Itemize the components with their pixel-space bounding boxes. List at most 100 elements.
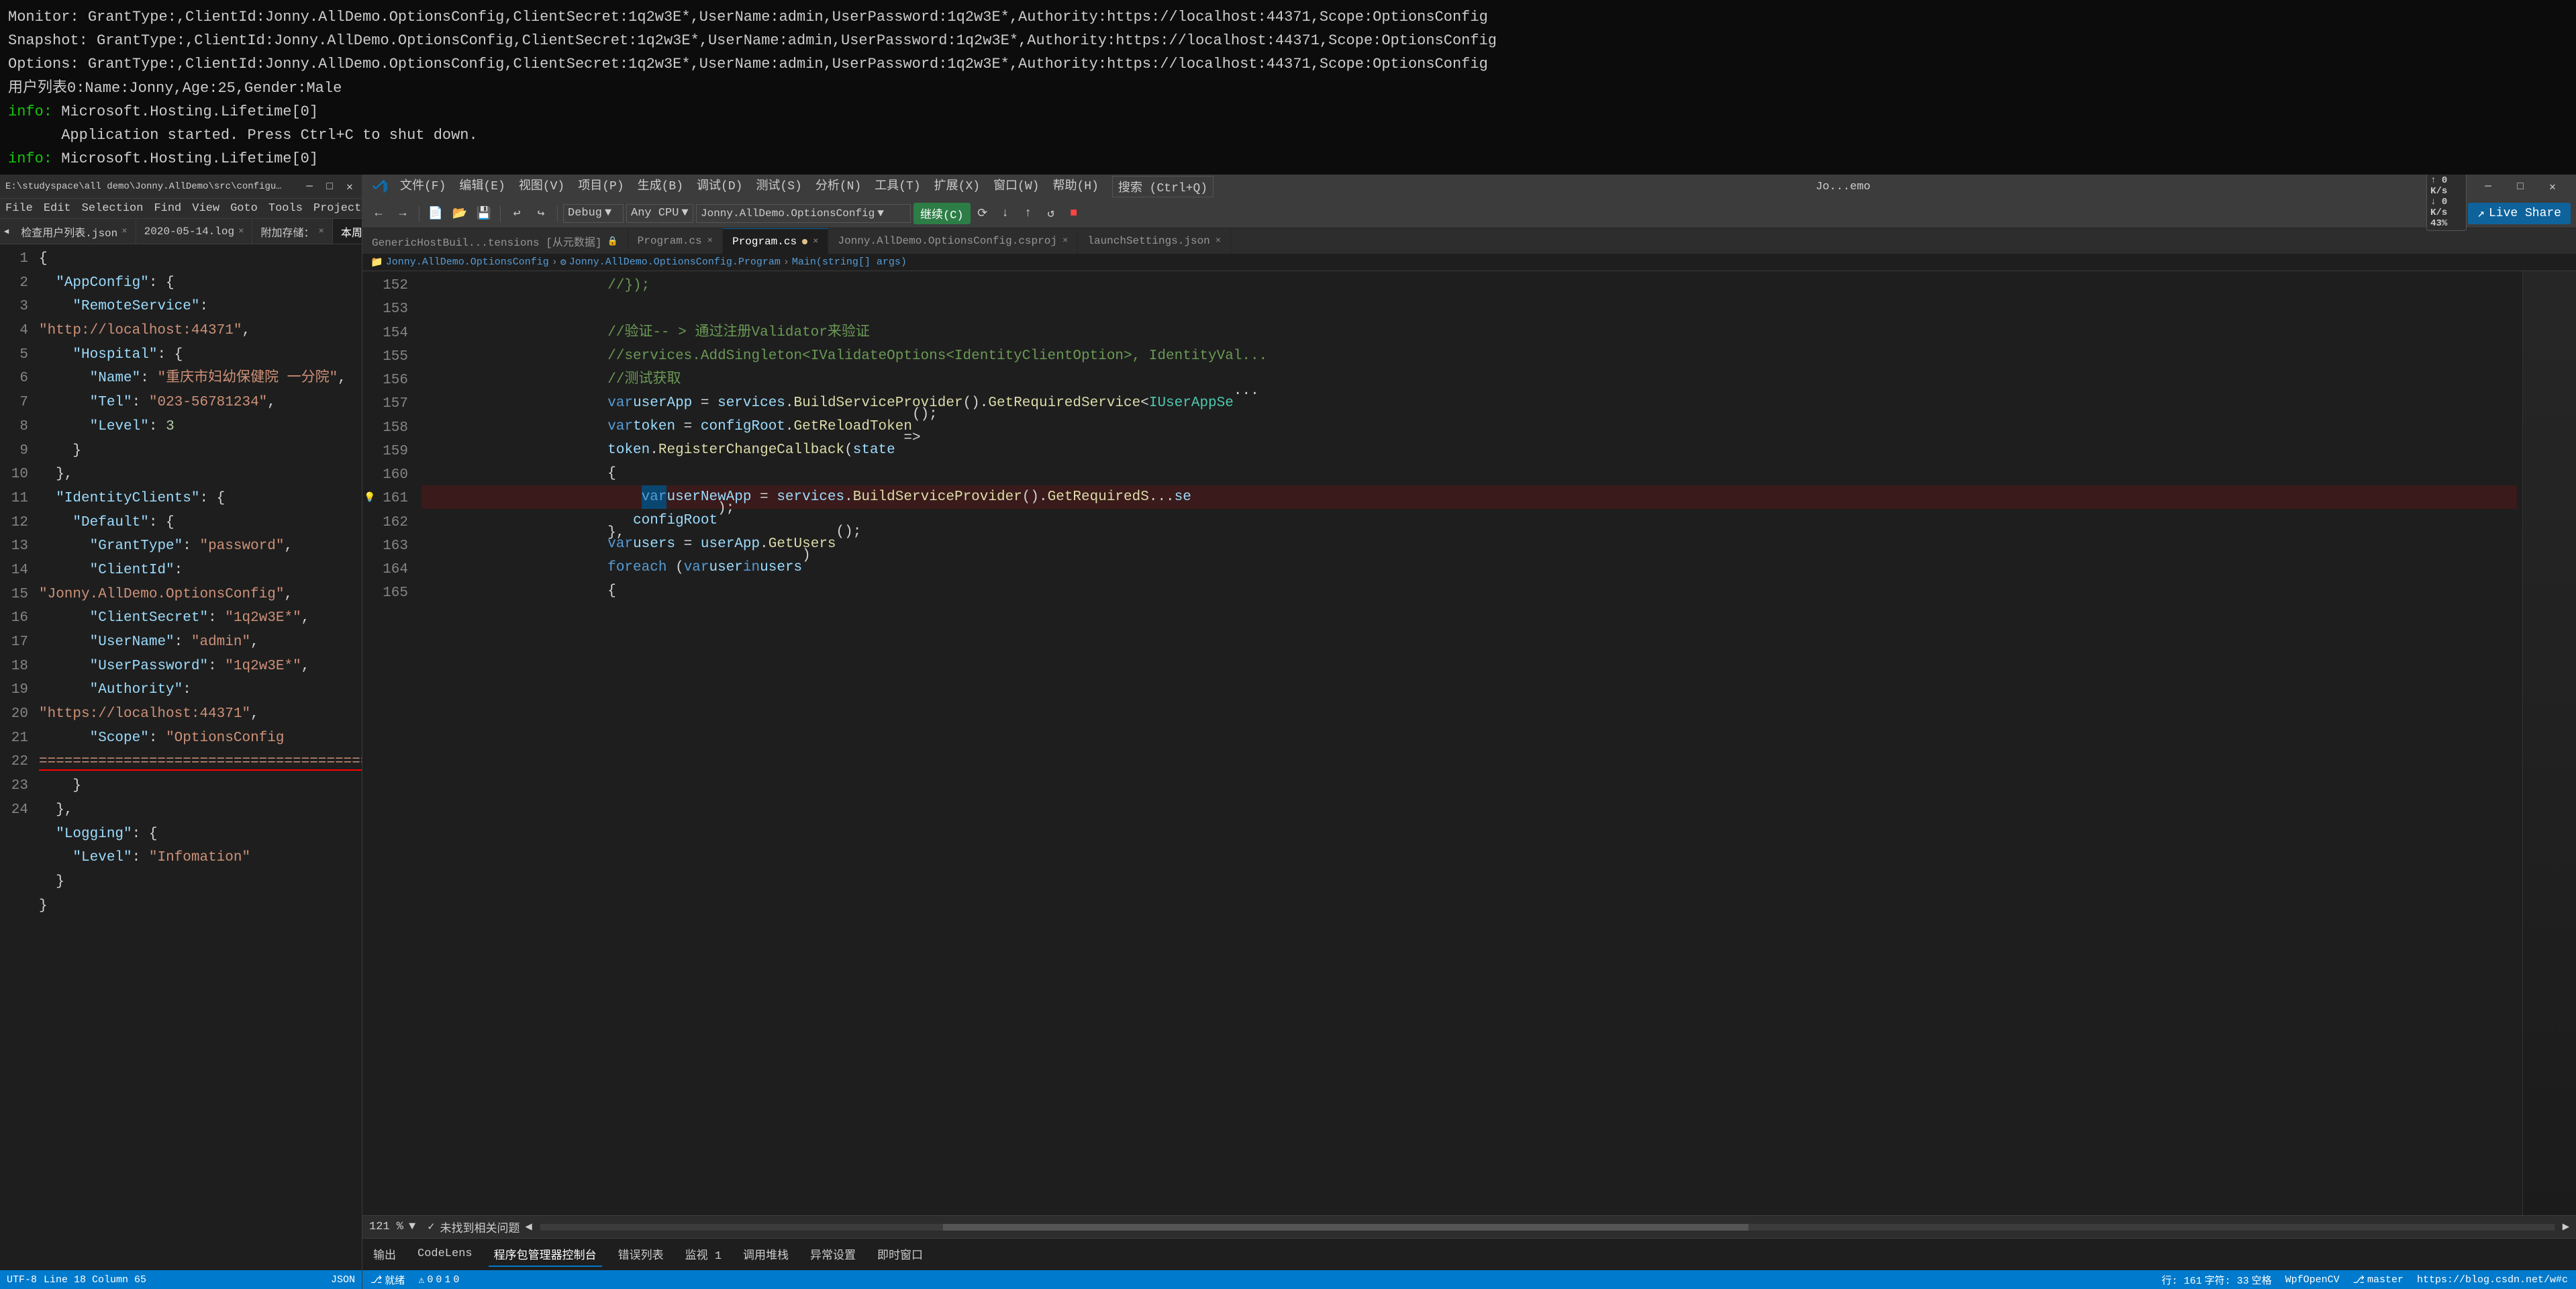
menu-project-vs[interactable]: 项目(P) [578, 176, 624, 197]
cpu-selector[interactable]: Any CPU ▼ [626, 204, 693, 223]
menu-goto[interactable]: Goto [230, 202, 258, 215]
left-tab-0-close[interactable]: × [121, 226, 127, 237]
close-button[interactable]: ✕ [343, 180, 356, 193]
step-over-btn[interactable]: ⟳ [972, 203, 993, 224]
left-tab-2[interactable]: 附加存储： × [252, 219, 332, 244]
vs-tab-4-close[interactable]: × [1216, 236, 1221, 246]
menu-view[interactable]: View [192, 202, 219, 215]
panel-tab-pkg[interactable]: 程序包管理器控制台 [489, 1243, 602, 1267]
breadcrumb-project[interactable]: Jonny.AllDemo.OptionsConfig [386, 256, 549, 268]
debug-mode-selector[interactable]: Debug ▼ [563, 204, 624, 223]
left-tab-1-label: 2020-05-14.log [144, 226, 234, 238]
menu-tools[interactable]: Tools [268, 202, 303, 215]
menu-tools-vs[interactable]: 工具(T) [875, 176, 920, 197]
vs-tab-0[interactable]: GenericHostBuil...tensions [从元数据] 🔒 [362, 228, 628, 254]
breadcrumb-namespace[interactable]: Jonny.AllDemo.OptionsConfig.Program [569, 256, 781, 268]
left-status-filetype: JSON [331, 1274, 355, 1286]
cpu-label: Any CPU [631, 207, 679, 220]
config-chevron: ▼ [877, 207, 884, 220]
vs-tab-1-close[interactable]: × [707, 236, 713, 246]
maximize-button[interactable]: □ [323, 180, 336, 193]
scroll-right[interactable]: ▶ [2563, 1220, 2569, 1234]
vs-title-bar: 文件(F) 编辑(E) 视图(V) 项目(P) 生成(B) 调试(D) 测试(S… [362, 175, 2576, 199]
code-line-157: var userApp = services.BuildServiceProvi… [422, 391, 2517, 415]
redo-btn[interactable]: ↪ [530, 203, 552, 224]
live-share-button[interactable]: ↗ Live Share [2468, 203, 2571, 224]
menu-find[interactable]: Find [154, 202, 181, 215]
step-out-btn[interactable]: ↑ [1018, 203, 1039, 224]
status-master[interactable]: ⎇ master [2350, 1270, 2406, 1289]
vs-editor[interactable]: 152 153 154 155 156 157 158 159 160 💡 16… [362, 271, 2576, 1215]
menu-file-vs[interactable]: 文件(F) [400, 176, 446, 197]
code-line-165: { [422, 579, 2517, 603]
left-tab-1[interactable]: 2020-05-14.log × [136, 219, 253, 244]
tab-prev[interactable]: ◀ [0, 219, 13, 244]
left-tab-3[interactable]: 本周工作情况 × [333, 219, 362, 244]
panel-tab-output[interactable]: 输出 [368, 1243, 401, 1267]
menu-ext-vs[interactable]: 扩展(X) [934, 176, 980, 197]
error-count-icon: ⚠ [418, 1274, 424, 1286]
status-bottom: 就绪 [385, 1273, 405, 1287]
panel-tab-immediate[interactable]: 即时窗口 [872, 1243, 928, 1267]
left-tab-1-close[interactable]: × [238, 226, 244, 237]
panel-tab-watch[interactable]: 监视 1 [680, 1243, 727, 1267]
panel-tab-exceptions[interactable]: 异常设置 [805, 1243, 861, 1267]
back-btn[interactable]: ← [368, 203, 389, 224]
panel-tab-errors[interactable]: 错误列表 [613, 1243, 669, 1267]
vs-tab-2-modified-dot [802, 239, 807, 244]
menu-build-vs[interactable]: 生成(B) [638, 176, 683, 197]
horizontal-scrollbar[interactable] [540, 1224, 2555, 1231]
continue-btn[interactable]: 继续(C) [913, 203, 971, 224]
config-selector[interactable]: Jonny.AllDemo.OptionsConfig ▼ [696, 204, 911, 223]
breadcrumb-method[interactable]: Main(string[] args) [792, 256, 907, 268]
left-tabs: ◀ 检查用户列表.json × 2020-05-14.log × 附加存储： ×… [0, 219, 362, 244]
menu-edit[interactable]: Edit [44, 202, 71, 215]
menu-window-vs[interactable]: 窗口(W) [993, 176, 1039, 197]
status-line-col[interactable]: 行: 161 字符: 33 空格 [2159, 1270, 2275, 1289]
restart-btn[interactable]: ↺ [1040, 203, 1062, 224]
undo-btn[interactable]: ↩ [506, 203, 528, 224]
open-btn[interactable]: 📂 [449, 203, 470, 224]
left-tab-0[interactable]: 检查用户列表.json × [13, 219, 136, 244]
menu-selection[interactable]: Selection [82, 202, 144, 215]
new-project-btn[interactable]: 📄 [425, 203, 446, 224]
vs-tab-1[interactable]: Program.cs × [628, 228, 723, 254]
vs-tab-2[interactable]: Program.cs × [723, 228, 828, 254]
vs-logo-icon [372, 179, 388, 195]
menu-project[interactable]: Project [313, 202, 361, 215]
minimap[interactable] [2522, 271, 2576, 1215]
vs-tab-3-close[interactable]: × [1062, 236, 1068, 246]
vs-tab-3[interactable]: Jonny.AllDemo.OptionsConfig.csproj × [828, 228, 1078, 254]
terminal-area: Monitor: GrantType:,ClientId:Jonny.AllDe… [0, 0, 2576, 175]
vs-tab-4[interactable]: launchSettings.json × [1078, 228, 1231, 254]
search-field[interactable]: 搜索 (Ctrl+Q) [1112, 176, 1213, 197]
menu-view-vs[interactable]: 视图(V) [519, 176, 564, 197]
left-tab-2-close[interactable]: × [319, 226, 324, 237]
menu-test-vs[interactable]: 测试(S) [756, 176, 801, 197]
scroll-left[interactable]: ◀ [525, 1220, 532, 1234]
step-into-btn[interactable]: ↓ [995, 203, 1016, 224]
save-btn[interactable]: 💾 [473, 203, 495, 224]
left-status-encoding: UTF-8 [7, 1274, 37, 1286]
minimize-button[interactable]: ─ [303, 180, 316, 193]
stop-btn[interactable]: ■ [1063, 203, 1085, 224]
status-wpf[interactable]: WpfOpenCV [2283, 1270, 2342, 1289]
status-url[interactable]: https://blog.csdn.net/w#c [2414, 1270, 2571, 1289]
avatar: 👤 ↑ 0 K/s ↓ 0 K/s 43% [2426, 196, 2461, 231]
vs-code-content[interactable]: //}); //验证-- > 通过注册Validator来验证 //servic… [416, 271, 2522, 1215]
status-branch[interactable]: ⎇ 就绪 [368, 1270, 407, 1289]
panel-tab-callstack[interactable]: 调用堆栈 [738, 1243, 794, 1267]
code-content-left[interactable]: { "AppConfig": { "RemoteService": "http:… [34, 244, 362, 1270]
menu-edit-vs[interactable]: 编辑(E) [459, 176, 505, 197]
menu-analyze-vs[interactable]: 分析(N) [815, 176, 861, 197]
menu-help-vs[interactable]: 帮助(H) [1052, 176, 1098, 197]
live-share-icon: ↗ [2477, 206, 2485, 221]
menu-debug-vs[interactable]: 调试(D) [697, 176, 742, 197]
panel-tab-codelens[interactable]: CodeLens [412, 1245, 478, 1264]
vs-tab-2-close[interactable]: × [813, 236, 818, 247]
menu-file[interactable]: File [5, 202, 33, 215]
toolbar-sep-2 [500, 205, 501, 222]
status-errors-count[interactable]: ⚠ 0 0 1 0 [415, 1270, 462, 1289]
forward-btn[interactable]: → [392, 203, 413, 224]
main-container: E:\studyspace\all demo\Jonny.AllDemo\src… [0, 175, 2576, 1289]
